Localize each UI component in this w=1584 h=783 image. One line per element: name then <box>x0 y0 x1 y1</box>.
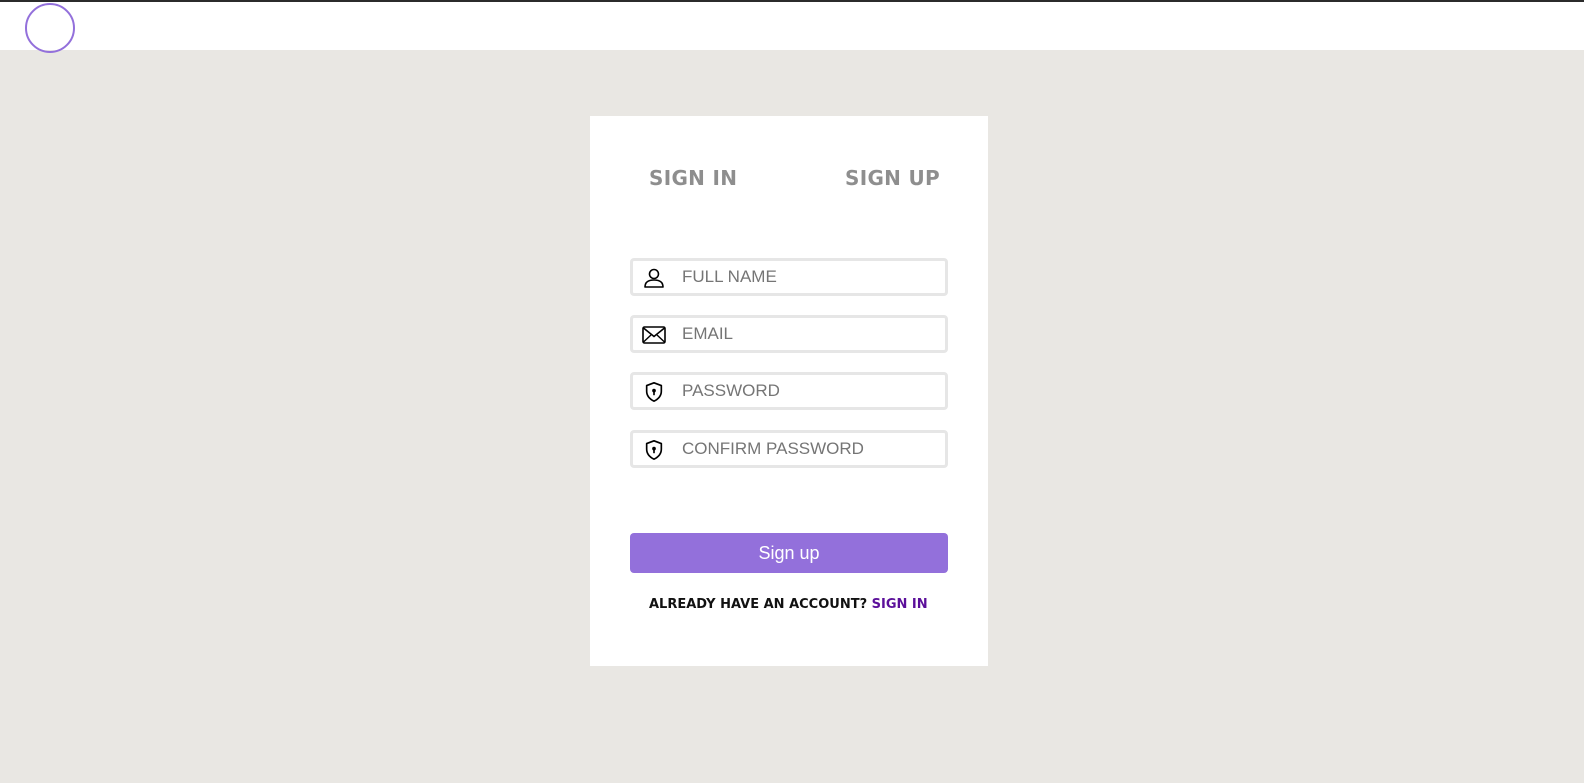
mail-icon <box>642 324 666 346</box>
password-field <box>630 372 948 410</box>
email-field <box>630 315 948 353</box>
password-input[interactable] <box>678 375 948 407</box>
logo-circle[interactable] <box>25 3 75 53</box>
sign-up-button[interactable]: Sign up <box>630 533 948 573</box>
top-bar <box>0 0 1584 53</box>
sign-in-link[interactable]: SIGN IN <box>872 597 928 612</box>
tab-sign-up[interactable]: SIGN UP <box>845 166 940 190</box>
signup-card: SIGN IN SIGN UP FULL NAME EMAIL Sign up … <box>590 116 988 666</box>
full-name-input[interactable] <box>678 261 948 293</box>
shield-lock-icon <box>642 439 666 461</box>
full-name-field <box>630 258 948 296</box>
confirm-password-field <box>630 430 948 468</box>
confirm-password-input[interactable] <box>678 433 948 465</box>
signin-prompt: ALREADY HAVE AN ACCOUNT? SIGN IN <box>649 597 928 612</box>
shield-lock-icon <box>642 381 666 403</box>
signin-prompt-text: ALREADY HAVE AN ACCOUNT? <box>649 597 868 612</box>
user-icon <box>642 267 666 289</box>
email-input[interactable] <box>678 318 948 350</box>
tab-sign-in[interactable]: SIGN IN <box>649 166 737 190</box>
